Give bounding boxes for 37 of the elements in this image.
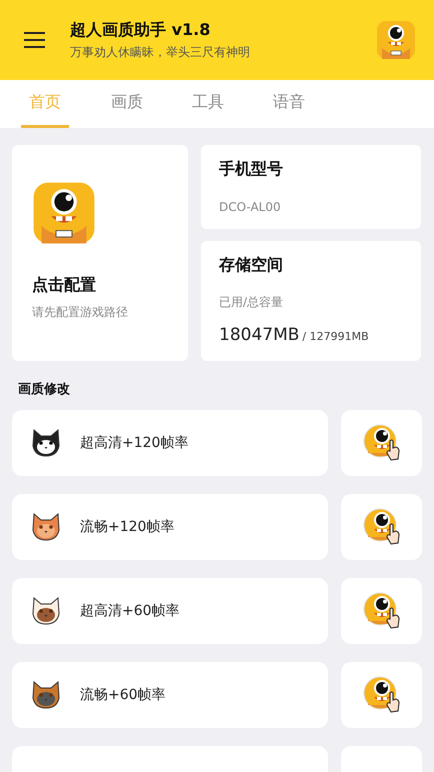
mascot-app-icon (32, 181, 96, 245)
storage-caption: 已用/总容量 (219, 294, 284, 311)
preset-card[interactable]: 超高清+120帧率 (12, 410, 328, 476)
section-title: 画质修改 (17, 381, 71, 399)
card-title: 手机型号 (219, 159, 284, 180)
tab[interactable]: 画质 (110, 80, 144, 128)
preset-label: 流畅+60帧率 (80, 686, 166, 704)
preset-label: 超高清+60帧率 (80, 602, 180, 620)
app-title: 超人画质助手 v1.8 (70, 20, 212, 40)
phone-model: DCO-AL00 (219, 200, 282, 214)
used-storage: 18047MB (219, 325, 300, 345)
tab[interactable]: 工具 (191, 80, 225, 128)
preset-label: 超高清+120帧率 (80, 434, 188, 452)
apply-button[interactable] (341, 662, 422, 728)
apply-button[interactable] (341, 494, 422, 560)
mascot-avatar-icon (376, 20, 416, 60)
cat-face-icon (31, 596, 61, 626)
tab[interactable]: 语音 (272, 80, 306, 128)
tap-mascot-icon[interactable] (362, 675, 402, 715)
total-storage: / 127991MB (302, 330, 369, 343)
apply-button[interactable] (341, 578, 422, 644)
apply-button[interactable] (341, 410, 422, 476)
preset-card[interactable]: 流畅+120帧率 (12, 494, 328, 560)
tap-mascot-icon[interactable] (362, 507, 402, 547)
config-title: 点击配置 (32, 275, 97, 296)
tap-mascot-icon[interactable] (362, 423, 402, 463)
config-card[interactable]: 点击配置 请先配置游戏路径 (12, 145, 188, 361)
menu-icon[interactable] (24, 32, 45, 48)
app-subtitle: 万事劝人休瞒昧，举头三尺有神明 (70, 44, 251, 60)
config-hint: 请先配置游戏路径 (32, 304, 129, 321)
preset-card[interactable]: 超高清+60帧率 (12, 578, 328, 644)
card-title: 存储空间 (219, 255, 284, 276)
cat-face-icon (31, 512, 61, 542)
cat-face-icon (31, 428, 61, 458)
tap-mascot-icon[interactable] (362, 591, 402, 631)
preset-label: 流畅+120帧率 (80, 518, 174, 536)
preset-card[interactable]: 流畅+60帧率 (12, 662, 328, 728)
